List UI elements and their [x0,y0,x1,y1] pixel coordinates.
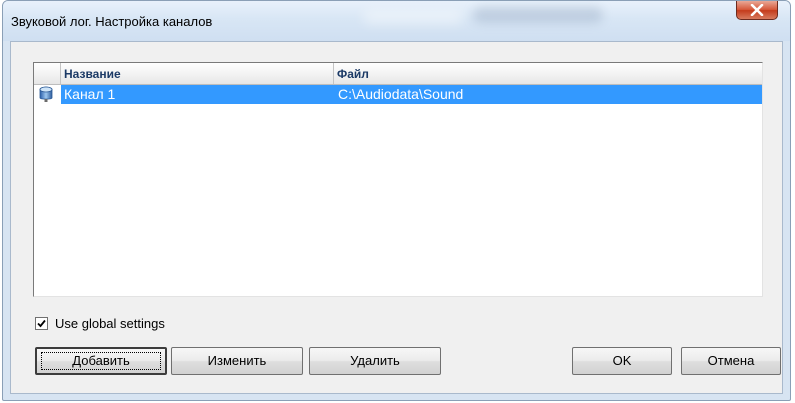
use-global-settings-label: Use global settings [55,316,165,331]
edit-button-label: Изменить [207,353,267,368]
add-button[interactable]: Добавить [35,347,167,375]
channel-icon [38,86,54,108]
title-bar-blur [473,7,603,23]
close-button[interactable] [736,1,778,20]
cell-channel-file: C:\Audiodata\Sound [338,86,464,102]
list-item[interactable]: Канал 1 C:\Audiodata\Sound [34,85,762,104]
ok-button-label: OK [612,353,632,368]
use-global-settings-checkbox[interactable] [35,317,48,330]
delete-button-label: Удалить [350,353,400,368]
cancel-button-label: Отмена [707,353,755,368]
title-bar[interactable]: Звуковой лог. Настройка каналов [3,1,790,41]
dialog-client-area: Название Файл Канал 1 C:\Audiodata\Sound… [10,41,783,394]
delete-button[interactable]: Удалить [309,347,441,375]
title-bar-highlight [363,11,463,23]
window-title: Звуковой лог. Настройка каналов [11,14,213,29]
column-header-name[interactable]: Название [61,63,334,84]
list-header: Название Файл [34,63,762,85]
close-icon [750,3,764,17]
cell-channel-name: Канал 1 [64,86,116,102]
channels-list[interactable]: Название Файл Канал 1 C:\Audiodata\Sound [33,62,763,297]
edit-button[interactable]: Изменить [171,347,303,375]
cancel-button[interactable]: Отмена [681,347,781,375]
focus-indicator [41,352,161,370]
checkmark-icon [37,319,46,328]
dialog-window: Звуковой лог. Настройка каналов Название… [2,0,791,401]
ok-button[interactable]: OK [572,347,672,375]
column-header-icon[interactable] [34,63,61,84]
column-header-file[interactable]: Файл [334,63,762,84]
